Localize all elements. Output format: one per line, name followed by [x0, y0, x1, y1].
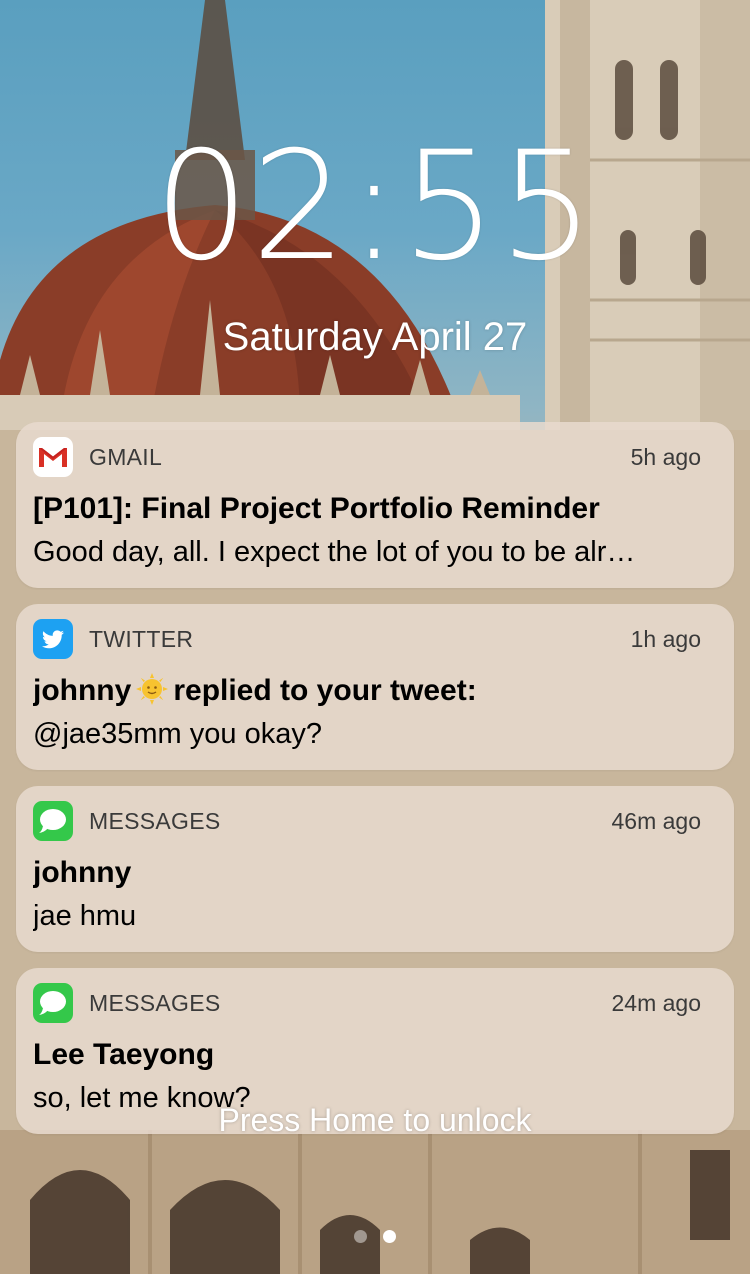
press-home-to-unlock-hint: Press Home to unlock — [218, 1102, 532, 1138]
notification-title: [P101]: Final Project Portfolio Reminder — [33, 492, 600, 525]
lockscreen-date: Saturday April 27 — [222, 315, 528, 359]
sun-with-face-emoji — [136, 673, 169, 705]
notification-messages[interactable]: MESSAGES 46m ago johnny jae hmu — [16, 786, 734, 952]
page-indicator[interactable] — [0, 1230, 750, 1244]
clock-separator: : — [348, 120, 402, 294]
messages-bubble-icon — [33, 801, 73, 841]
notification-title-rest: replied to your tweet: — [173, 674, 477, 707]
notification-body: @jae35mm you okay? — [33, 718, 322, 750]
notification-title: johnny — [33, 856, 132, 889]
notification-app-name: MESSAGES — [89, 808, 221, 834]
clock-minutes: 55 — [401, 120, 597, 294]
twitter-bird-icon — [33, 619, 73, 659]
lockscreen-clock: 02:55 — [0, 122, 750, 292]
notification-time: 1h ago — [630, 626, 701, 652]
notification-title-user: johnny — [33, 674, 132, 707]
notification-time: 5h ago — [630, 444, 701, 470]
messages-bubble-icon — [33, 983, 73, 1023]
notification-twitter[interactable]: TWITTER 1h ago johnny replied to your tw… — [16, 604, 734, 770]
notification-title: johnny replied to your tweet: — [33, 672, 710, 710]
clock-hours: 02 — [153, 120, 349, 294]
notification-time: 46m ago — [611, 808, 701, 834]
notification-app-name: MESSAGES — [89, 990, 221, 1016]
notification-app-name: GMAIL — [89, 444, 163, 470]
page-dot-1[interactable] — [354, 1230, 367, 1243]
notification-time: 24m ago — [611, 990, 701, 1016]
notification-title: Lee Taeyong — [33, 1038, 215, 1071]
notification-body: Good day, all. I expect the lot of you t… — [33, 536, 636, 568]
page-dot-2-active[interactable] — [383, 1230, 396, 1243]
notification-body: jae hmu — [33, 900, 137, 932]
notification-gmail[interactable]: GMAIL 5h ago [P101]: Final Project Portf… — [16, 422, 734, 588]
gmail-icon — [33, 437, 73, 477]
notification-app-name: TWITTER — [89, 626, 194, 652]
